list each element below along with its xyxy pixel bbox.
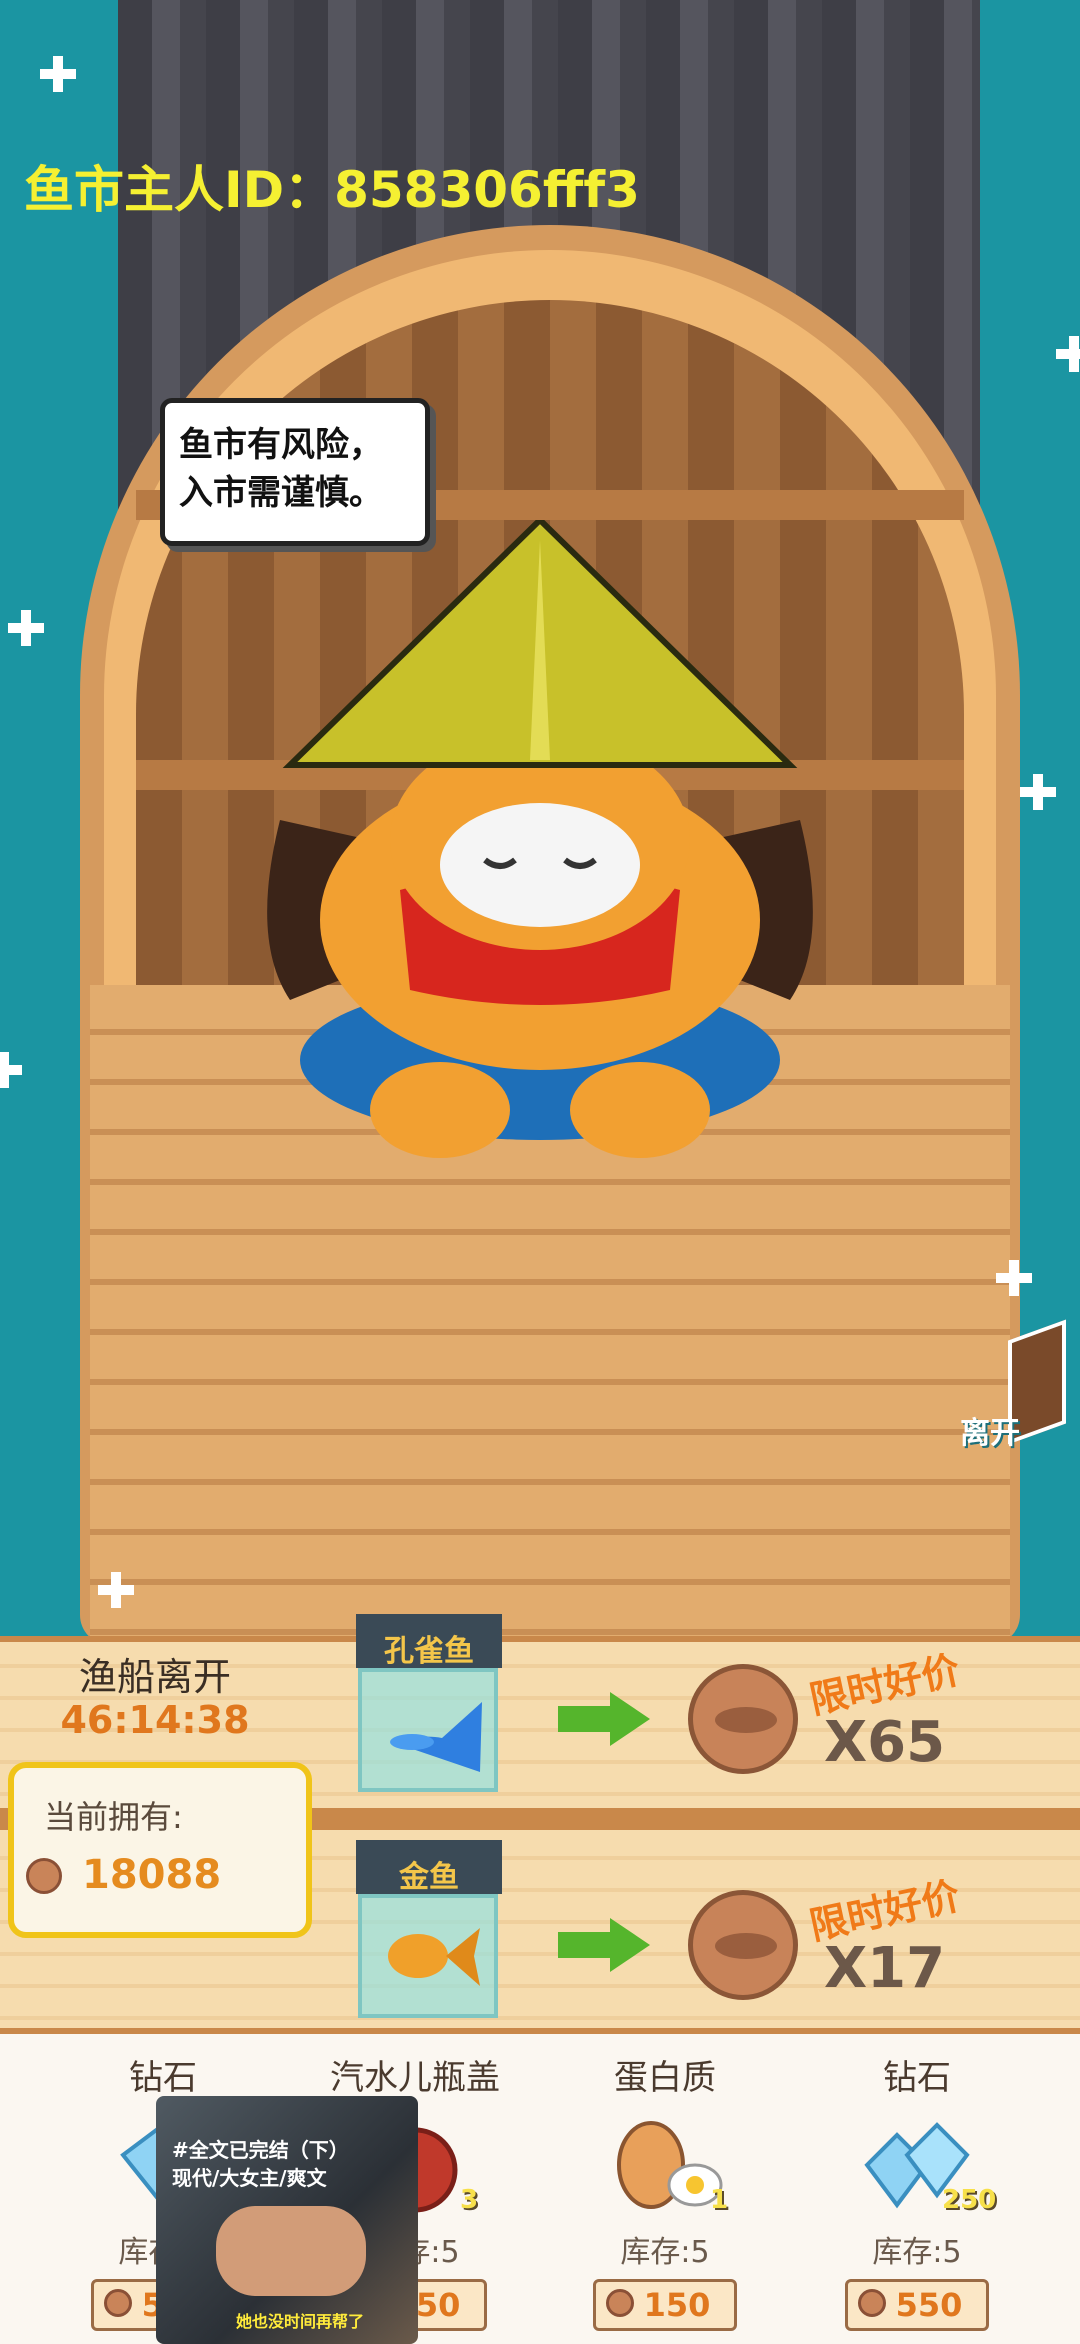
speech-line-2: 入市需谨慎。 <box>179 473 383 513</box>
offer-quantity: X17 <box>824 1936 946 2001</box>
sparkle-icon <box>98 1572 134 1608</box>
cat-muzzle <box>440 803 640 927</box>
egg-icon: 1 <box>540 2115 790 2225</box>
item-name: 钻石 <box>129 2058 197 2098</box>
offer-fish-name: 孔雀鱼 <box>384 1634 474 1669</box>
shop-item-protein[interactable]: 蛋白质 1 库存:5 150 <box>540 2050 790 2331</box>
owned-box <box>8 1762 312 1938</box>
market-owner-id: 鱼市主人ID：858306fff3 <box>24 161 640 219</box>
cat-merchant[interactable] <box>250 520 830 1160</box>
item-name: 蛋白质 <box>614 2058 716 2098</box>
leave-label: 离开 <box>960 1416 1020 1451</box>
coin-icon <box>605 2289 634 2317</box>
sparkle-icon <box>40 56 76 92</box>
sparkle-icon <box>1020 774 1056 810</box>
item-name: 钻石 <box>883 2058 951 2098</box>
fish-tank <box>358 1668 498 1792</box>
fish-coin-icon <box>688 1890 798 2000</box>
item-price: 550 <box>895 2286 963 2324</box>
video-title: #全文已完结（下） 现代/大女主/爽文 <box>172 2136 349 2192</box>
sparkle-icon <box>996 1260 1032 1296</box>
floating-video-overlay[interactable]: #全文已完结（下） 现代/大女主/爽文 她也没时间再帮了 <box>156 2096 418 2344</box>
speech-bubble: 鱼市有风险， 入市需谨慎。 <box>160 398 430 546</box>
offer-fish-name: 金鱼 <box>399 1860 459 1895</box>
item-stock: 库存:5 <box>872 2235 962 2270</box>
sparkle-icon <box>1056 336 1080 372</box>
guppy-icon <box>390 1702 482 1772</box>
boat-depart-timer: 46:14:38 <box>60 1698 250 1742</box>
item-name: 汽水儿瓶盖 <box>330 2058 500 2098</box>
panel-border <box>0 1636 1080 1642</box>
owned-label: 当前拥有: <box>44 1798 183 1836</box>
video-title-line-2: 现代/大女主/爽文 <box>172 2166 327 2190</box>
cat-paw <box>370 1062 510 1158</box>
owned-value: 18088 <box>82 1852 222 1898</box>
leave-button[interactable]: 离开 <box>960 1319 1070 1451</box>
item-stock: 库存:5 <box>620 2235 710 2270</box>
diamond-pack-icon: 250 <box>792 2115 1042 2225</box>
goldfish-icon <box>388 1928 480 1986</box>
coin-icon <box>103 2289 132 2317</box>
speech-line-1: 鱼市有风险， <box>179 425 383 465</box>
sparkle-icon <box>0 1052 22 1088</box>
fish-coin-icon <box>688 1664 798 1774</box>
item-price-button[interactable]: 550 <box>844 2279 990 2331</box>
video-thumbnail <box>216 2206 366 2296</box>
arrow-right-icon <box>558 1918 650 1972</box>
item-count-badge: 250 <box>942 2185 997 2215</box>
item-count-badge: 3 <box>460 2185 479 2215</box>
coin-icon <box>857 2289 886 2317</box>
offer-quantity: X65 <box>824 1710 946 1775</box>
item-price: 150 <box>643 2286 711 2324</box>
video-caption: 她也没时间再帮了 <box>236 2312 365 2331</box>
arrow-right-icon <box>558 1692 650 1746</box>
item-count-badge: 1 <box>710 2185 729 2215</box>
boat-depart-label: 渔船离开 <box>78 1655 231 1699</box>
shop-item-diamond-pack[interactable]: 钻石 250 库存:5 550 <box>792 2050 1042 2331</box>
coin-icon <box>26 1858 62 1894</box>
fish-market-scene: 鱼市有风险， 入市需谨慎。 鱼市主人ID：858306fff3 离开 <box>0 0 1080 1640</box>
video-title-line-1: #全文已完结（下） <box>172 2138 349 2162</box>
sparkle-icon <box>8 610 44 646</box>
cat-paw <box>570 1062 710 1158</box>
item-price-button[interactable]: 150 <box>592 2279 738 2331</box>
fish-tank <box>358 1894 498 2018</box>
